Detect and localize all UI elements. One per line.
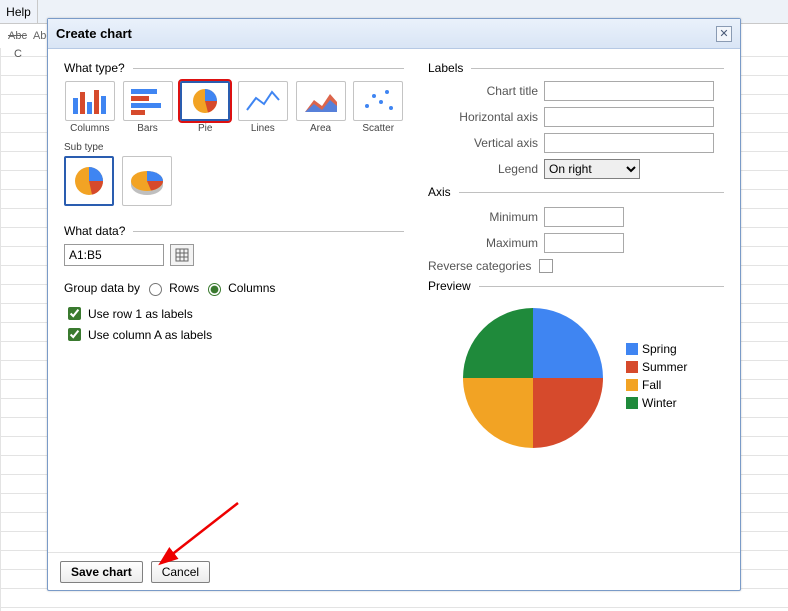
group-by-rows-radio[interactable] (149, 283, 162, 296)
chart-type-area-label: Area (310, 123, 331, 134)
close-icon[interactable]: ✕ (716, 26, 732, 42)
h-axis-label: Horizontal axis (428, 110, 544, 124)
what-data-heading: What data? (64, 224, 125, 238)
dialog-titlebar: Create chart ✕ (48, 19, 740, 49)
chart-type-area[interactable] (296, 81, 346, 121)
cancel-button[interactable]: Cancel (151, 561, 210, 583)
column-header-c: C (0, 48, 36, 60)
maximum-input[interactable] (544, 233, 624, 253)
minimum-input[interactable] (544, 207, 624, 227)
create-chart-dialog: Create chart ✕ What type? (47, 18, 741, 591)
chart-type-scatter[interactable] (353, 81, 403, 121)
legend-fall: Fall (642, 378, 661, 392)
data-range-input[interactable] (64, 244, 164, 266)
chart-type-bars[interactable] (123, 81, 173, 121)
chart-type-pie[interactable] (180, 81, 230, 121)
chart-title-input[interactable] (544, 81, 714, 101)
use-row1-label: Use row 1 as labels (88, 307, 193, 321)
v-axis-label: Vertical axis (428, 136, 544, 150)
use-row1-checkbox[interactable] (68, 307, 81, 320)
legend-select[interactable]: On right (544, 159, 640, 179)
group-by-columns-radio[interactable] (208, 283, 221, 296)
preview-area: Spring Summer Fall Winter (428, 303, 724, 453)
preview-pie-chart (458, 303, 608, 453)
sub-type-heading: Sub type (64, 142, 404, 153)
what-type-heading: What type? (64, 61, 125, 75)
chart-type-columns-label: Columns (70, 123, 109, 134)
legend-winter: Winter (642, 396, 677, 410)
axis-heading: Axis (428, 185, 451, 199)
chart-type-scatter-label: Scatter (362, 123, 394, 134)
preview-legend: Spring Summer Fall Winter (626, 342, 687, 414)
save-chart-button[interactable]: Save chart (60, 561, 143, 583)
legend-label: Legend (428, 162, 544, 176)
chart-type-pie-label: Pie (198, 123, 212, 134)
minimum-label: Minimum (428, 210, 544, 224)
preview-heading: Preview (428, 279, 471, 293)
chart-title-label: Chart title (428, 84, 544, 98)
labels-heading: Labels (428, 61, 463, 75)
chart-type-bars-label: Bars (137, 123, 158, 134)
chart-type-lines-label: Lines (251, 123, 275, 134)
legend-summer: Summer (642, 360, 687, 374)
group-by-label: Group data by (64, 281, 140, 295)
use-colA-label: Use column A as labels (88, 328, 212, 342)
chart-type-lines[interactable] (238, 81, 288, 121)
reverse-categories-label: Reverse categories (428, 259, 539, 273)
group-by-columns-label: Columns (228, 281, 275, 295)
maximum-label: Maximum (428, 236, 544, 250)
h-axis-input[interactable] (544, 107, 714, 127)
sub-type-pie-flat[interactable] (64, 156, 114, 206)
menu-help[interactable]: Help (0, 0, 38, 23)
sub-type-pie-3d[interactable] (122, 156, 172, 206)
chart-type-columns[interactable] (65, 81, 115, 121)
toolbar-abc-strike[interactable]: Abc (8, 30, 27, 42)
v-axis-input[interactable] (544, 133, 714, 153)
reverse-categories-checkbox[interactable] (539, 259, 553, 273)
group-by-rows-label: Rows (169, 281, 199, 295)
use-colA-checkbox[interactable] (68, 328, 81, 341)
select-range-button[interactable] (170, 244, 194, 266)
legend-spring: Spring (642, 342, 677, 356)
dialog-title: Create chart (56, 26, 132, 41)
